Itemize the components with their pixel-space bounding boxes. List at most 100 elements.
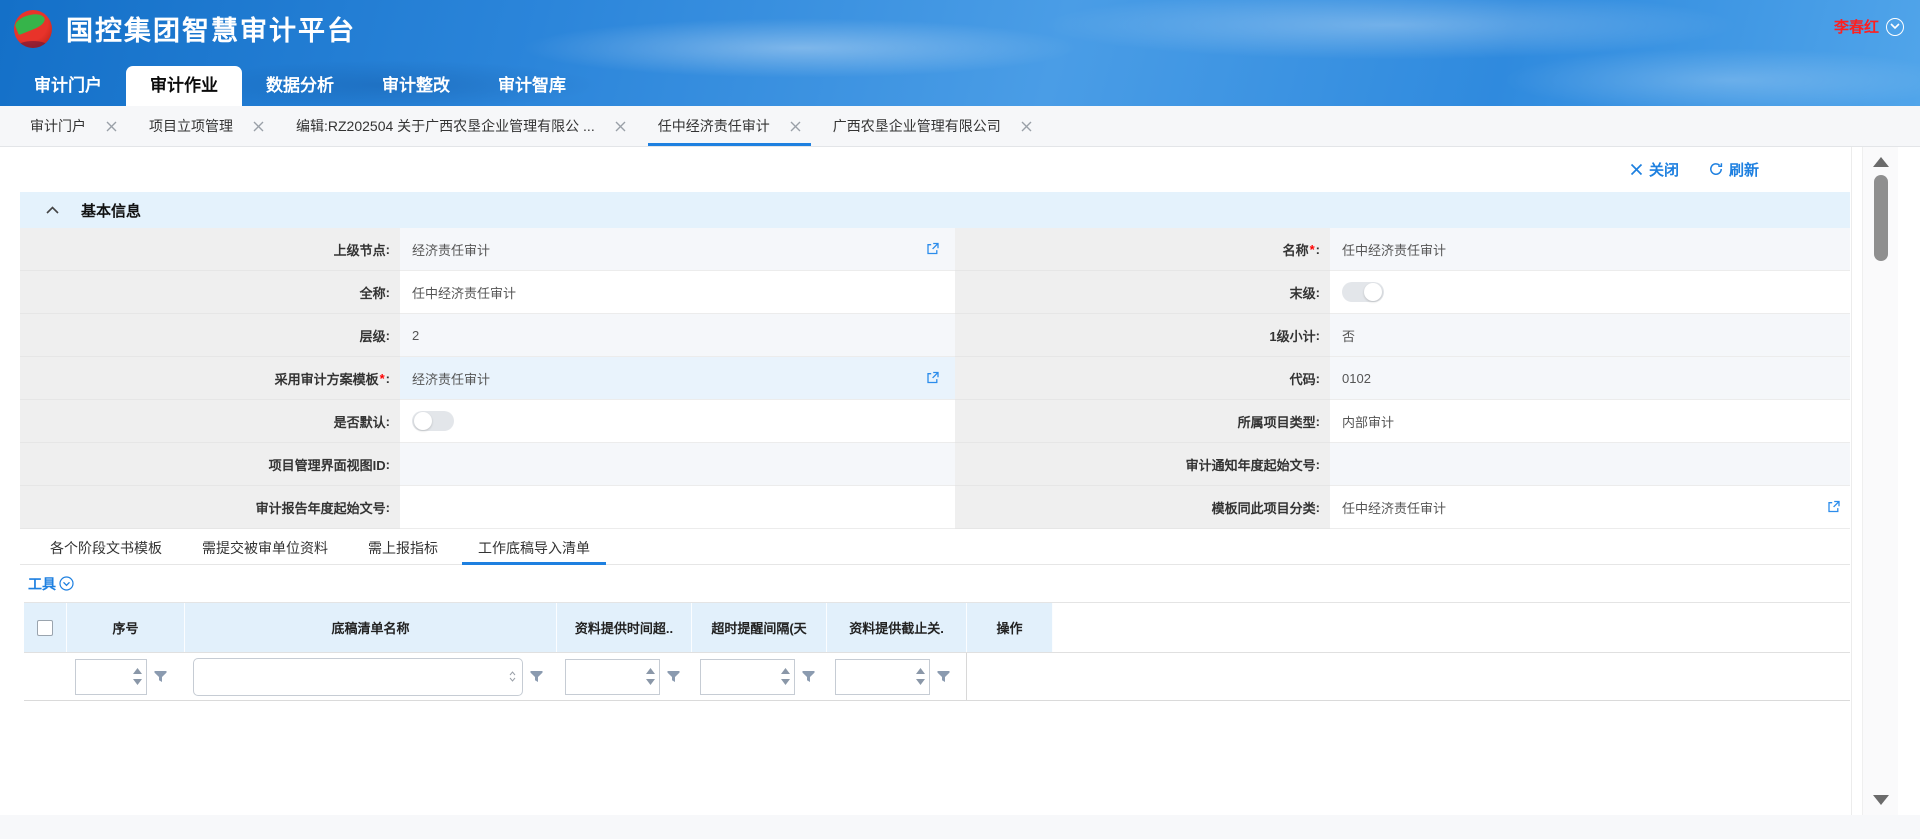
number-filter-input[interactable] — [700, 659, 795, 695]
field-label: 层级: — [20, 314, 400, 357]
tab-close-icon[interactable] — [106, 121, 117, 132]
tools-menu-button[interactable]: 工具 — [28, 574, 74, 594]
field-value-审计通知年度起始文号[interactable] — [1330, 443, 1850, 486]
spinner-arrows[interactable] — [641, 660, 659, 694]
field-value-采用审计方案模板[interactable]: 经济责任审计 — [400, 357, 955, 400]
detail-tab-3[interactable]: 工作底稿导入清单 — [458, 532, 610, 564]
doc-tab-2[interactable]: 编辑:RZ202504 关于广西农垦企业管理有限公 ... — [280, 106, 642, 146]
nav-item-3[interactable]: 审计整改 — [358, 66, 474, 106]
chevron-down-icon[interactable] — [1886, 18, 1904, 36]
spinner-up-icon[interactable] — [133, 668, 142, 674]
spinner-down-icon[interactable] — [646, 679, 655, 685]
spinner-arrows[interactable] — [911, 660, 929, 694]
field-label-text: 名称 — [1283, 240, 1309, 259]
column-header-label: 序号 — [112, 618, 138, 637]
filter-cell-4 — [692, 653, 827, 700]
field-value-text: 任中经济责任审计 — [412, 283, 516, 302]
number-filter-input[interactable] — [835, 659, 930, 695]
filter-funnel-icon[interactable] — [153, 669, 168, 684]
detail-tab-0[interactable]: 各个阶段文书模板 — [30, 532, 182, 564]
field-value-项目管理界面视图ID[interactable] — [400, 443, 955, 486]
spinner-arrows[interactable] — [128, 660, 146, 694]
doc-tab-label: 项目立项管理 — [149, 116, 233, 136]
user-menu[interactable]: 李春红 — [1834, 16, 1904, 37]
filter-value-field[interactable] — [202, 669, 509, 684]
field-value-模板同此项目分类[interactable]: 任中经济责任审计 — [1330, 486, 1850, 529]
nav-item-0[interactable]: 审计门户 — [10, 66, 126, 106]
field-label: 全称: — [20, 271, 400, 314]
field-value-层级[interactable]: 2 — [400, 314, 955, 357]
external-link-icon[interactable] — [1827, 501, 1840, 514]
field-label: 上级节点: — [20, 228, 400, 271]
scroll-up-arrow-icon[interactable] — [1873, 157, 1889, 167]
doc-tab-3[interactable]: 任中经济责任审计 — [642, 106, 817, 146]
field-label-colon: : — [386, 414, 390, 429]
filter-cell-3 — [557, 653, 692, 700]
spinner-down-icon[interactable] — [133, 679, 142, 685]
external-link-icon[interactable] — [926, 243, 939, 256]
field-value-是否默认[interactable] — [400, 400, 955, 443]
column-header-0 — [24, 603, 67, 652]
spinner-up-icon[interactable] — [916, 668, 925, 674]
filter-funnel-icon[interactable] — [801, 669, 816, 684]
vertical-scrollbar[interactable] — [1862, 147, 1898, 815]
field-value-代码[interactable]: 0102 — [1330, 357, 1850, 400]
scroll-down-arrow-icon[interactable] — [1873, 795, 1889, 805]
column-header-label: 资料提供截止关. — [849, 618, 944, 637]
toggle-是否默认[interactable] — [412, 411, 454, 431]
field-value-末级[interactable] — [1330, 271, 1850, 314]
nav-item-1[interactable]: 审计作业 — [126, 66, 242, 106]
spinner-down-icon[interactable] — [916, 679, 925, 685]
field-value-text: 内部审计 — [1342, 412, 1394, 431]
table-filter-row — [24, 653, 1850, 701]
spinner-arrows[interactable] — [776, 660, 794, 694]
spinner-up-icon[interactable] — [781, 668, 790, 674]
close-page-button[interactable]: 关闭 — [1630, 159, 1679, 180]
toggle-末级[interactable] — [1342, 282, 1384, 302]
field-value-text: 任中经济责任审计 — [1342, 498, 1446, 517]
field-value-所属项目类型[interactable]: 内部审计 — [1330, 400, 1850, 443]
field-value-上级节点[interactable]: 经济责任审计 — [400, 228, 955, 271]
external-link-icon[interactable] — [926, 372, 939, 385]
filter-funnel-icon[interactable] — [936, 669, 951, 684]
scrollbar-thumb[interactable] — [1874, 175, 1888, 261]
doc-tab-label: 广西农垦企业管理有限公司 — [833, 116, 1001, 136]
field-label: 审计报告年度起始文号: — [20, 486, 400, 529]
combo-down-icon[interactable] — [509, 677, 516, 682]
tab-close-icon[interactable] — [790, 121, 801, 132]
doc-tab-1[interactable]: 项目立项管理 — [133, 106, 280, 146]
nav-item-4[interactable]: 审计智库 — [474, 66, 590, 106]
tab-close-icon[interactable] — [615, 121, 626, 132]
field-label: 采用审计方案模板*: — [20, 357, 400, 400]
combo-arrows[interactable] — [509, 671, 516, 682]
field-value-审计报告年度起始文号[interactable] — [400, 486, 955, 529]
filter-value-field[interactable] — [836, 660, 911, 694]
page-actions: 关闭 刷新 — [0, 147, 1851, 181]
filter-value-field[interactable] — [566, 660, 641, 694]
filter-value-field[interactable] — [701, 660, 776, 694]
field-value-全称[interactable]: 任中经济责任审计 — [400, 271, 955, 314]
filter-funnel-icon[interactable] — [666, 669, 681, 684]
filter-funnel-icon[interactable] — [529, 669, 544, 684]
tools-bar: 工具 — [20, 565, 1850, 602]
combo-up-icon[interactable] — [509, 671, 516, 676]
detail-tab-1[interactable]: 需提交被审单位资料 — [182, 532, 348, 564]
number-filter-input[interactable] — [75, 659, 147, 695]
field-value-1级小计[interactable]: 否 — [1330, 314, 1850, 357]
number-filter-input[interactable] — [565, 659, 660, 695]
tab-close-icon[interactable] — [253, 121, 264, 132]
spinner-down-icon[interactable] — [781, 679, 790, 685]
doc-tab-0[interactable]: 审计门户 — [14, 106, 133, 146]
tab-close-icon[interactable] — [1021, 121, 1032, 132]
doc-tab-4[interactable]: 广西农垦企业管理有限公司 — [817, 106, 1048, 146]
filter-value-field[interactable] — [76, 660, 128, 694]
doc-tab-label: 任中经济责任审计 — [658, 116, 770, 136]
refresh-page-button[interactable]: 刷新 — [1709, 159, 1759, 180]
spinner-up-icon[interactable] — [646, 668, 655, 674]
detail-tab-2[interactable]: 需上报指标 — [348, 532, 458, 564]
basic-info-section-header[interactable]: 基本信息 — [20, 192, 1850, 228]
nav-item-2[interactable]: 数据分析 — [242, 66, 358, 106]
name-filter-combobox[interactable] — [193, 658, 523, 696]
select-all-checkbox[interactable] — [37, 620, 53, 636]
field-value-名称[interactable]: 任中经济责任审计 — [1330, 228, 1850, 271]
